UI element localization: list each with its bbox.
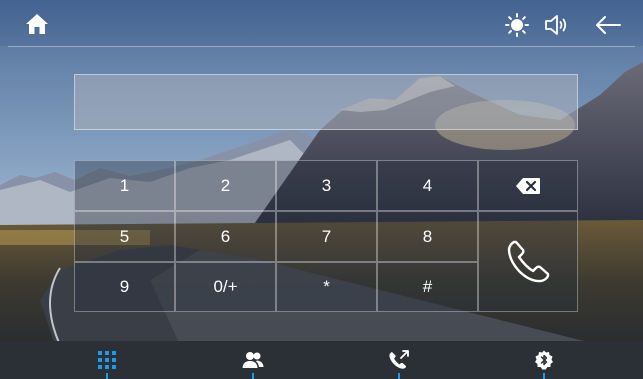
bluetooth-settings-icon bbox=[535, 350, 553, 370]
tab-call-log[interactable] bbox=[359, 341, 439, 379]
tab-contacts[interactable] bbox=[213, 341, 293, 379]
key-3[interactable]: 3 bbox=[276, 160, 377, 211]
call-log-icon bbox=[389, 350, 409, 369]
back-button[interactable] bbox=[592, 11, 624, 39]
key-7[interactable]: 7 bbox=[276, 211, 377, 262]
brightness-icon bbox=[505, 13, 529, 37]
number-display[interactable] bbox=[74, 74, 578, 130]
key-9[interactable]: 9 bbox=[74, 262, 175, 312]
dialpad-icon bbox=[98, 351, 116, 369]
call-button[interactable] bbox=[478, 211, 578, 312]
back-arrow-icon bbox=[596, 16, 621, 34]
volume-icon bbox=[545, 15, 567, 35]
brightness-button[interactable] bbox=[503, 11, 531, 39]
home-button[interactable] bbox=[22, 10, 52, 38]
key-0-plus[interactable]: 0/+ bbox=[175, 262, 276, 312]
active-tab-indicator bbox=[106, 373, 108, 379]
tab-indicator bbox=[252, 373, 254, 379]
key-4[interactable]: 4 bbox=[377, 160, 478, 211]
key-1[interactable]: 1 bbox=[74, 160, 175, 211]
backspace-button[interactable] bbox=[478, 160, 578, 211]
phone-call-icon bbox=[507, 240, 550, 282]
tab-indicator bbox=[398, 373, 400, 379]
tab-dialpad[interactable] bbox=[67, 341, 147, 379]
top-bar-divider bbox=[8, 46, 635, 47]
bottom-tab-bar bbox=[0, 341, 643, 379]
key-5[interactable]: 5 bbox=[74, 211, 175, 262]
top-bar bbox=[0, 0, 643, 47]
key-hash[interactable]: # bbox=[377, 262, 478, 312]
backspace-icon bbox=[516, 177, 540, 194]
key-8[interactable]: 8 bbox=[377, 211, 478, 262]
dialpad: 1 2 3 4 5 6 7 8 9 0/+ * # bbox=[74, 160, 578, 312]
contacts-icon bbox=[242, 352, 264, 368]
tab-indicator bbox=[543, 373, 545, 379]
key-star[interactable]: * bbox=[276, 262, 377, 312]
tab-bluetooth-settings[interactable] bbox=[504, 341, 584, 379]
home-icon bbox=[26, 14, 48, 34]
key-6[interactable]: 6 bbox=[175, 211, 276, 262]
key-2[interactable]: 2 bbox=[175, 160, 276, 211]
volume-button[interactable] bbox=[542, 11, 572, 39]
